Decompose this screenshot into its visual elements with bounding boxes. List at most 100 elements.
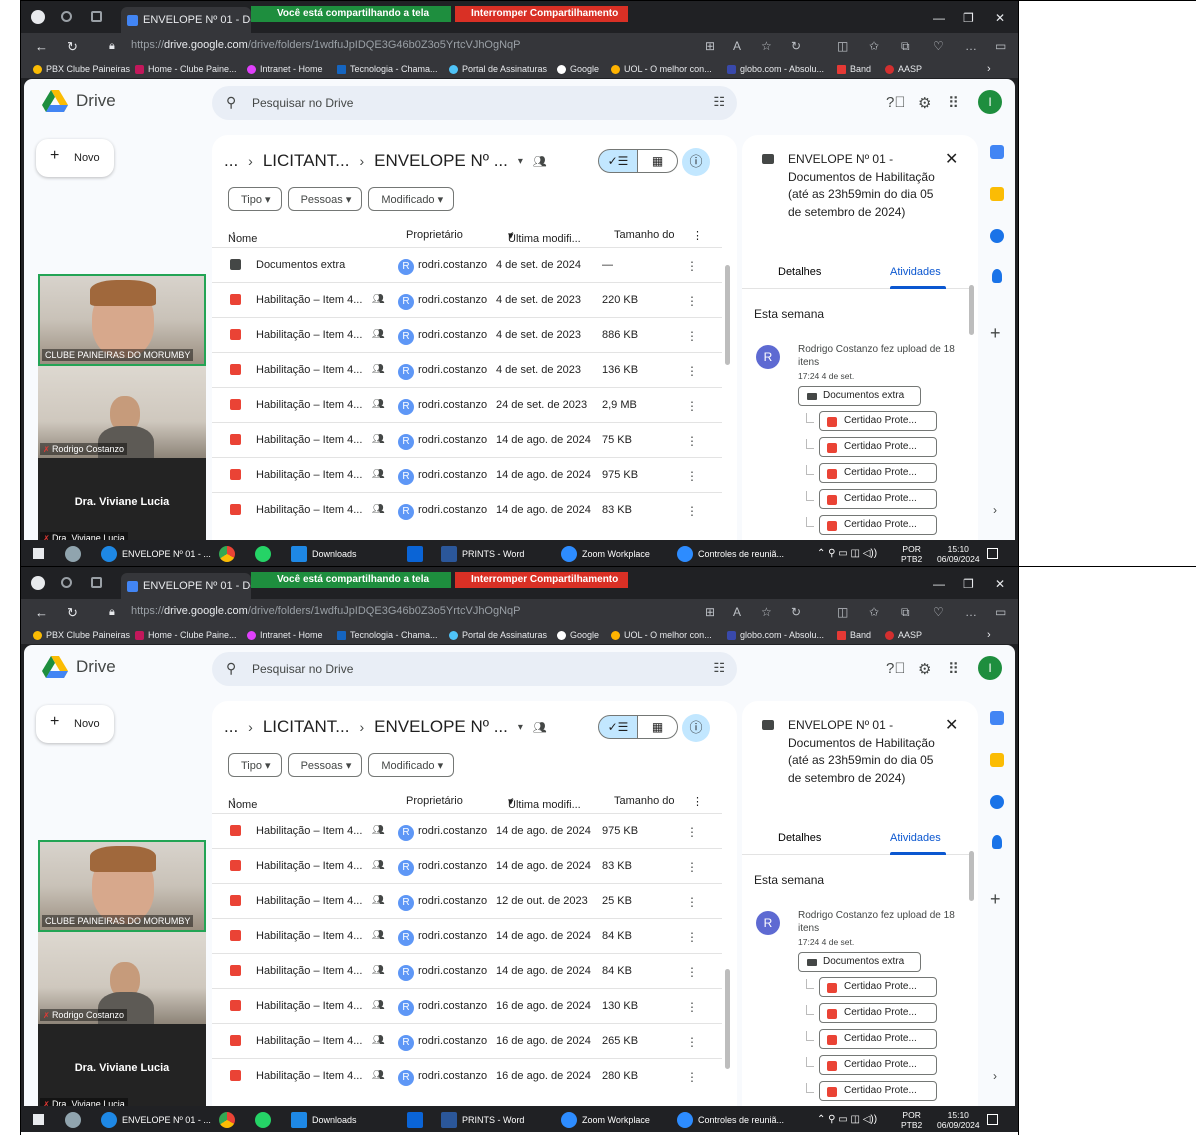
bookmark-item[interactable]: Tecnologia - Chama... <box>337 630 438 640</box>
table-row[interactable]: Habilitação – Item 4... 👥︎ R rodri.costa… <box>212 953 722 988</box>
bookmark-item[interactable]: Portal de Assinaturas <box>449 630 547 640</box>
grid-view-button[interactable]: ▦ <box>638 715 678 739</box>
drive-logo[interactable]: Drive <box>42 656 116 678</box>
copilot-icon[interactable]: ♡ <box>933 39 944 53</box>
table-row[interactable]: Habilitação – Item 4... 👥︎ R rodri.costa… <box>212 492 722 527</box>
system-tray-icons[interactable]: ⌃ ⚲ ▭ ◫ ◁)) <box>817 545 877 562</box>
table-row[interactable]: Habilitação – Item 4... 👥︎ R rodri.costa… <box>212 813 722 848</box>
calendar-icon[interactable] <box>990 145 1004 159</box>
bookmark-item[interactable]: Intranet - Home <box>247 64 323 74</box>
activity-file-chip[interactable]: Certidao Prote... <box>819 411 937 431</box>
system-tray-icons[interactable]: ⌃ ⚲ ▭ ◫ ◁)) <box>817 1111 877 1128</box>
start-icon[interactable] <box>33 545 44 562</box>
profile-icon[interactable] <box>31 10 45 24</box>
bookmark-item[interactable]: PBX Clube Paineiras <box>33 630 130 640</box>
table-row[interactable]: Documentos extra R rodri.costanzo 4 de s… <box>212 247 722 282</box>
browser-tab[interactable]: ENVELOPE Nº 01 - Docu <box>121 7 251 33</box>
column-options-icon[interactable]: ⋮ <box>692 795 703 808</box>
filter-people[interactable]: Pessoas ▾ <box>287 187 363 211</box>
app-available-icon[interactable]: ⊞ <box>705 605 715 619</box>
activity-file-chip[interactable]: Certidao Prote... <box>819 1029 937 1049</box>
table-row[interactable]: Habilitação – Item 4... 👥︎ R rodri.costa… <box>212 1058 722 1093</box>
activity-file-chip[interactable]: Certidao Prote... <box>819 437 937 457</box>
drive-logo[interactable]: Drive <box>42 90 116 112</box>
more-actions-icon[interactable]: ⋮ <box>686 895 698 909</box>
search-options-icon[interactable]: ☷ <box>713 94 725 110</box>
col-name[interactable]: Nome ↑ <box>228 795 257 811</box>
grid-view-button[interactable]: ▦ <box>638 149 678 173</box>
video-tile[interactable]: CLUBE PAINEIRAS DO MORUMBY <box>38 840 206 932</box>
language-indicator[interactable]: POR PTB2 <box>901 1110 922 1130</box>
search-input[interactable]: ⚲ Pesquisar no Drive ☷ <box>212 86 737 120</box>
taskbar-zoom-controls[interactable]: Controles de reuniã... <box>677 1111 784 1128</box>
close-icon[interactable]: ✕ <box>945 149 958 169</box>
more-actions-icon[interactable]: ⋮ <box>686 1000 698 1014</box>
activity-folder-chip[interactable]: Documentos extra <box>798 386 921 406</box>
taskbar-edge[interactable]: ENVELOPE Nº 01 - ... <box>101 1111 211 1128</box>
table-row[interactable]: Habilitação – Item 4... 👥︎ R rodri.costa… <box>212 352 722 387</box>
tasks-icon[interactable] <box>990 229 1004 243</box>
refresh-extension-icon[interactable]: ↻ <box>791 605 801 619</box>
scrollbar[interactable] <box>725 969 730 1069</box>
more-actions-icon[interactable]: ⋮ <box>686 259 698 273</box>
tab-activity[interactable]: Atividades <box>890 832 941 844</box>
search-icon[interactable]: ⚲ <box>226 660 236 677</box>
table-row[interactable]: Habilitação – Item 4... 👥︎ R rodri.costa… <box>212 883 722 918</box>
bookmark-item[interactable]: Tecnologia - Chama... <box>337 64 438 74</box>
bookmark-item[interactable]: globo.com - Absolu... <box>727 630 824 640</box>
bookmark-item[interactable]: PBX Clube Paineiras <box>33 64 130 74</box>
taskbar-zoom-controls[interactable]: Controles de reuniã... <box>677 545 784 562</box>
add-icon[interactable]: + <box>990 323 1001 344</box>
copilot-icon[interactable]: ♡ <box>933 605 944 619</box>
back-icon[interactable]: ← <box>35 39 48 54</box>
scrollbar[interactable] <box>969 851 974 901</box>
refresh-extension-icon[interactable]: ↻ <box>791 39 801 53</box>
filter-modified[interactable]: Modificado ▾ <box>368 753 455 777</box>
restore-icon[interactable]: ❐ <box>963 11 974 25</box>
filter-modified[interactable]: Modificado ▾ <box>368 187 455 211</box>
table-row[interactable]: Habilitação – Item 4... 👥︎ R rodri.costa… <box>212 988 722 1023</box>
col-size[interactable]: Tamanho do <box>614 229 675 241</box>
tab-actions-icon[interactable] <box>91 577 102 588</box>
calendar-icon[interactable] <box>990 711 1004 725</box>
outlook-icon[interactable] <box>407 545 423 562</box>
more-actions-icon[interactable]: ⋮ <box>686 399 698 413</box>
read-aloud-icon[interactable]: A <box>733 39 741 53</box>
new-button[interactable]: + Novo <box>36 705 114 743</box>
apps-grid-icon[interactable]: ⠿ <box>948 94 959 112</box>
apps-grid-icon[interactable]: ⠿ <box>948 660 959 678</box>
bookmark-item[interactable]: Home - Clube Paine... <box>135 64 237 74</box>
col-modified[interactable]: Última modifi... ▾ <box>508 229 581 245</box>
favorite-star-icon[interactable]: ☆ <box>761 605 772 619</box>
more-actions-icon[interactable]: ⋮ <box>686 434 698 448</box>
restore-icon[interactable]: ❐ <box>963 577 974 591</box>
notifications-icon[interactable] <box>987 545 998 562</box>
profile-icon[interactable] <box>31 576 45 590</box>
breadcrumb-current[interactable]: ENVELOPE Nº ... <box>374 717 508 737</box>
dropdown-icon[interactable]: ▾ <box>518 722 523 733</box>
account-avatar[interactable]: I <box>978 90 1002 114</box>
col-modified[interactable]: Última modifi... ▾ <box>508 795 581 811</box>
bookmark-item[interactable]: Portal de Assinaturas <box>449 64 547 74</box>
lock-icon[interactable]: 🔒︎ <box>109 606 115 619</box>
bookmark-item[interactable]: Home - Clube Paine... <box>135 630 237 640</box>
outlook-icon[interactable] <box>407 1111 423 1128</box>
activity-file-chip[interactable]: Certidao Prote... <box>819 1003 937 1023</box>
add-icon[interactable]: + <box>990 889 1001 910</box>
stop-share-button[interactable]: Interromper Compartilhamento <box>455 572 629 588</box>
collections-icon[interactable]: ⧉ <box>901 605 910 620</box>
col-size[interactable]: Tamanho do <box>614 795 675 807</box>
bookmark-item[interactable]: globo.com - Absolu... <box>727 64 824 74</box>
taskbar-downloads[interactable]: Downloads <box>291 1111 357 1128</box>
taskbar-zoom[interactable]: Zoom Workplace <box>561 545 650 562</box>
taskbar-downloads[interactable]: Downloads <box>291 545 357 562</box>
taskbar-zoom[interactable]: Zoom Workplace <box>561 1111 650 1128</box>
close-window-icon[interactable]: ✕ <box>995 577 1005 591</box>
settings-icon[interactable]: ⚙ <box>918 660 931 678</box>
search-icon[interactable]: ⚲ <box>226 94 236 111</box>
back-icon[interactable]: ← <box>35 605 48 620</box>
split-screen-icon[interactable]: ◫ <box>837 39 848 53</box>
taskbar-word[interactable]: PRINTS - Word <box>441 545 524 562</box>
filter-people[interactable]: Pessoas ▾ <box>287 753 363 777</box>
favorite-star-icon[interactable]: ☆ <box>761 39 772 53</box>
